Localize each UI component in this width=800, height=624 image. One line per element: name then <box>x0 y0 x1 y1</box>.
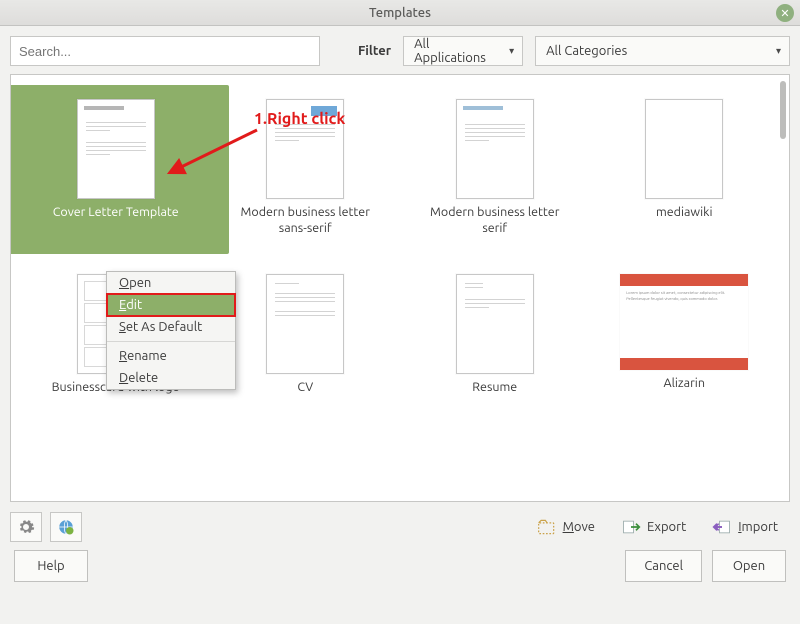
import-button[interactable]: Import <box>706 512 790 542</box>
settings-button[interactable] <box>10 512 42 542</box>
template-label: mediawiki <box>656 205 713 221</box>
filter-label: Filter <box>358 44 391 58</box>
import-label: Import <box>738 520 778 534</box>
export-label: Export <box>647 520 686 534</box>
context-menu: Open Edit Set As Default Rename Delete <box>106 271 236 390</box>
toolbar: Filter All Applications ▾ All Categories… <box>0 26 800 74</box>
gear-icon <box>17 518 35 536</box>
filter-applications-value: All Applications <box>414 37 494 65</box>
template-thumbnail <box>645 99 723 199</box>
export-icon <box>621 517 641 537</box>
globe-icon <box>57 518 75 536</box>
template-item[interactable]: Resume <box>400 274 590 396</box>
chevron-down-icon: ▾ <box>776 45 781 57</box>
search-input[interactable] <box>10 36 320 66</box>
template-label: CV <box>297 380 313 396</box>
chevron-down-icon: ▾ <box>509 45 514 57</box>
dialog-buttons: Help Cancel Open <box>0 544 800 592</box>
template-label: Modern business letter sans-serif <box>235 205 375 236</box>
filter-categories-dropdown[interactable]: All Categories ▾ <box>535 36 790 66</box>
cancel-label: Cancel <box>644 559 683 573</box>
import-icon <box>712 517 732 537</box>
template-label: Resume <box>472 380 517 396</box>
template-thumbnail <box>77 99 155 199</box>
action-bar: Move Export Import <box>0 502 800 544</box>
window-title: Templates <box>369 6 431 20</box>
menu-item-rename[interactable]: Rename <box>107 345 235 367</box>
titlebar: Templates ✕ <box>0 0 800 26</box>
close-icon[interactable]: ✕ <box>776 4 794 22</box>
template-thumbnail <box>266 274 344 374</box>
template-item[interactable]: CV <box>211 274 401 396</box>
template-label: Cover Letter Template <box>53 205 179 221</box>
help-button[interactable]: Help <box>14 550 88 582</box>
open-label: Open <box>733 559 765 573</box>
scrollbar-thumb[interactable] <box>780 81 786 139</box>
open-button[interactable]: Open <box>712 550 786 582</box>
template-label: Alizarin <box>663 376 705 392</box>
cancel-button[interactable]: Cancel <box>625 550 702 582</box>
template-item[interactable]: Lorem ipsum dolor sit amet, consectetur … <box>590 274 780 396</box>
template-thumbnail: Lorem ipsum dolor sit amet, consectetur … <box>620 274 748 370</box>
help-label: Help <box>37 559 64 573</box>
move-label: Move <box>563 520 595 534</box>
menu-separator <box>107 341 235 342</box>
templates-panel: Cover Letter Template Modern business le… <box>10 74 790 502</box>
export-button[interactable]: Export <box>615 512 698 542</box>
template-item[interactable]: mediawiki <box>590 99 780 236</box>
menu-item-edit[interactable]: Edit <box>107 294 235 316</box>
annotation-text: 1.Right click <box>254 110 345 128</box>
menu-item-delete[interactable]: Delete <box>107 367 235 389</box>
folder-move-icon <box>537 517 557 537</box>
template-thumbnail <box>456 274 534 374</box>
template-item[interactable]: Modern business letter serif <box>400 99 590 236</box>
menu-item-open[interactable]: Open <box>107 272 235 294</box>
filter-applications-dropdown[interactable]: All Applications ▾ <box>403 36 523 66</box>
filter-categories-value: All Categories <box>546 44 627 58</box>
template-thumbnail <box>456 99 534 199</box>
browse-online-button[interactable] <box>50 512 82 542</box>
template-item[interactable]: Cover Letter Template <box>10 85 229 254</box>
menu-item-set-default[interactable]: Set As Default <box>107 316 235 338</box>
move-button[interactable]: Move <box>531 512 607 542</box>
template-label: Modern business letter serif <box>425 205 565 236</box>
